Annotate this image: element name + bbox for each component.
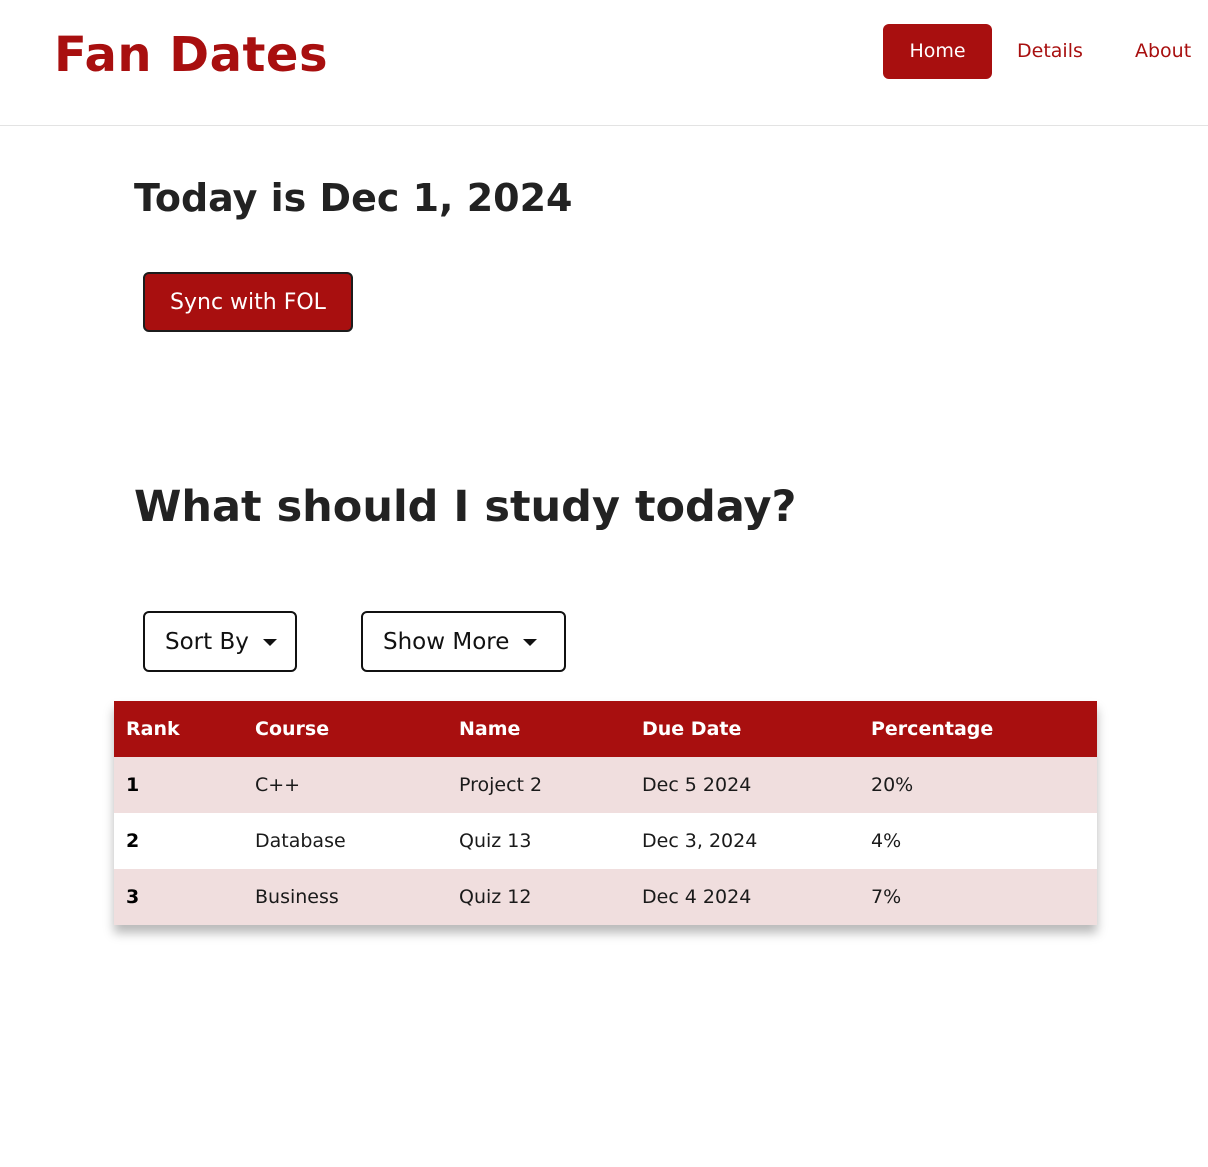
cell-percentage: 7% [859, 869, 1097, 925]
sort-by-dropdown[interactable]: Sort By [143, 611, 297, 672]
caret-down-icon [262, 639, 277, 646]
cell-due-date: Dec 5 2024 [630, 757, 859, 813]
header-percentage: Percentage [859, 701, 1097, 757]
cell-name: Quiz 12 [447, 869, 630, 925]
today-prefix: Today is [134, 176, 307, 220]
cell-course: Business [243, 869, 447, 925]
cell-course: C++ [243, 757, 447, 813]
header-rank: Rank [114, 701, 243, 757]
header-name: Name [447, 701, 630, 757]
show-more-dropdown[interactable]: Show More [361, 611, 566, 672]
caret-down-icon [523, 639, 538, 646]
header-due-date: Due Date [630, 701, 859, 757]
today-date: Dec 1, 2024 [319, 176, 573, 220]
table-header-row: Rank Course Name Due Date Percentage [114, 701, 1097, 757]
nav-details-link[interactable]: Details [1017, 24, 1083, 79]
header-course: Course [243, 701, 447, 757]
cell-rank: 3 [114, 869, 243, 925]
cell-rank: 2 [114, 813, 243, 869]
table-row: 2 Database Quiz 13 Dec 3, 2024 4% [114, 813, 1097, 869]
show-more-label: Show More [383, 628, 510, 655]
cell-percentage: 4% [859, 813, 1097, 869]
study-table: Rank Course Name Due Date Percentage 1 C… [114, 701, 1097, 925]
cell-name: Quiz 13 [447, 813, 630, 869]
table-row: 1 C++ Project 2 Dec 5 2024 20% [114, 757, 1097, 813]
sort-by-label: Sort By [165, 628, 249, 655]
cell-due-date: Dec 4 2024 [630, 869, 859, 925]
study-title: What should I study today? [134, 482, 797, 532]
cell-name: Project 2 [447, 757, 630, 813]
navbar: Fan Dates Home Details About [0, 0, 1208, 126]
table-row: 3 Business Quiz 12 Dec 4 2024 7% [114, 869, 1097, 925]
cell-due-date: Dec 3, 2024 [630, 813, 859, 869]
cell-percentage: 20% [859, 757, 1097, 813]
nav-about-link[interactable]: About [1135, 24, 1191, 79]
today-heading: Today is Dec 1, 2024 [134, 172, 572, 224]
nav-home-link[interactable]: Home [883, 24, 992, 79]
brand-logo[interactable]: Fan Dates [54, 24, 328, 86]
sync-fol-button[interactable]: Sync with FOL [143, 272, 353, 332]
cell-rank: 1 [114, 757, 243, 813]
cell-course: Database [243, 813, 447, 869]
